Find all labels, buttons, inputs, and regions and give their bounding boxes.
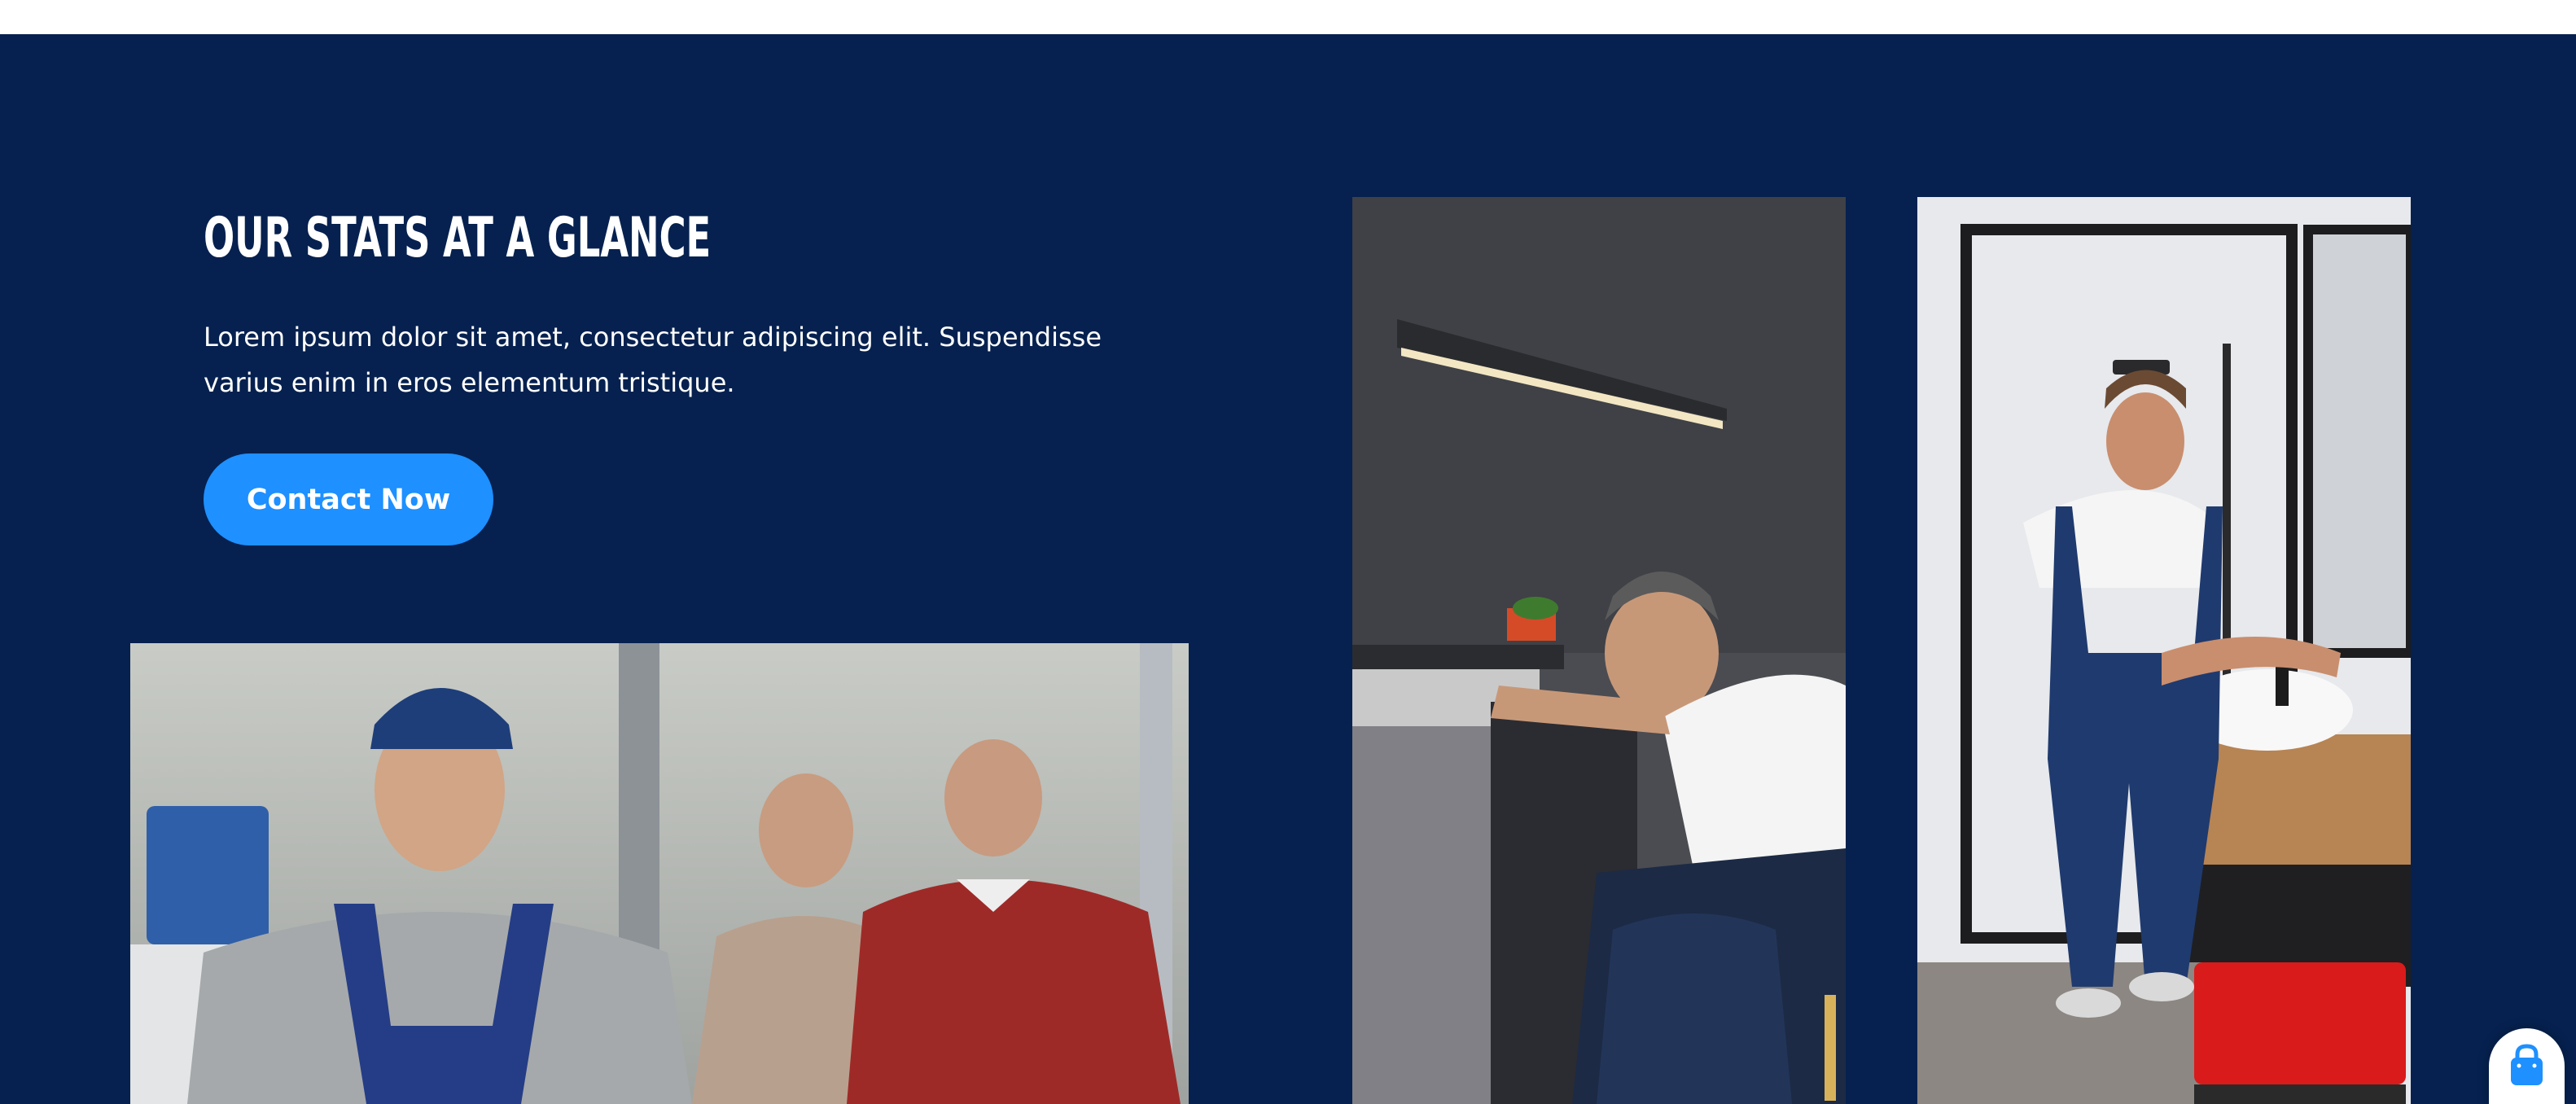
shopping-bag-icon xyxy=(2511,1044,2543,1085)
shopping-bag-button[interactable] xyxy=(2489,1028,2565,1104)
section-title: OUR STATS AT A GLANCE xyxy=(204,206,712,270)
stats-section: OUR STATS AT A GLANCE Lorem ipsum dolor … xyxy=(0,34,2576,1104)
contact-now-button[interactable]: Contact Now xyxy=(204,453,493,545)
plumber-fixing-sink-photo xyxy=(1352,197,1846,1104)
section-description: Lorem ipsum dolor sit amet, consectetur … xyxy=(204,322,1102,398)
plumber-at-washbasin-photo xyxy=(1917,197,2411,1104)
mechanic-with-couple-photo xyxy=(130,643,1189,1104)
